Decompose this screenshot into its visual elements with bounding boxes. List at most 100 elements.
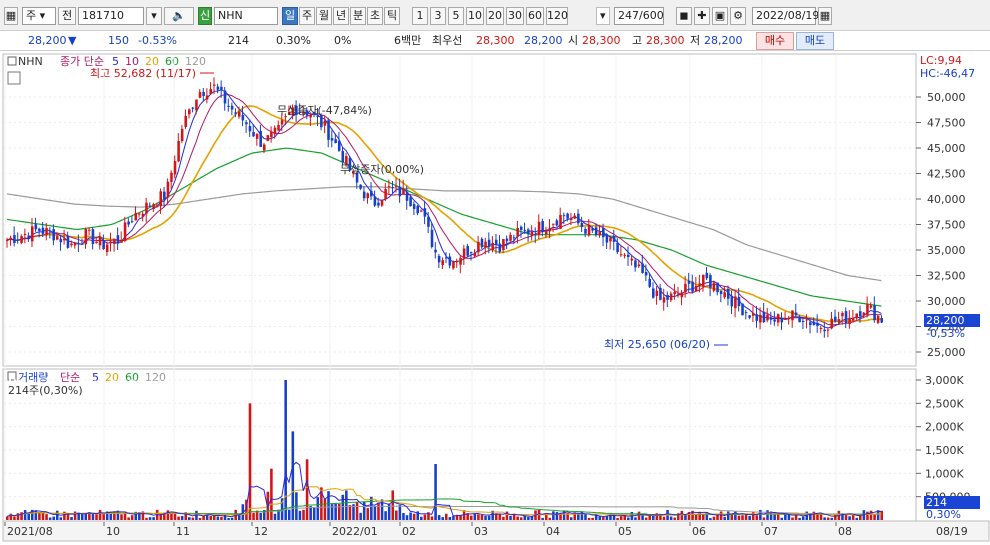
- date-field[interactable]: 2022/08/19: [752, 7, 819, 25]
- candle: [116, 235, 120, 244]
- stock-chart[interactable]: NHN 종가 단순 5 10 20 60 120 최고 52,682 (11/17) 5…: [0, 52, 990, 542]
- volume-bar: [434, 464, 437, 520]
- volume-bar: [541, 517, 544, 520]
- change-percent: -0.53%: [138, 34, 177, 47]
- period-tab-2[interactable]: 월: [316, 7, 332, 25]
- market-select[interactable]: 주 ▾: [22, 7, 56, 25]
- period-tab-4[interactable]: 분: [350, 7, 366, 25]
- speaker-icon[interactable]: 🔈: [164, 7, 194, 25]
- volume-bar: [598, 516, 602, 520]
- interval-dropdown-icon[interactable]: ▾: [596, 7, 610, 25]
- volume-bar: [880, 510, 883, 520]
- candle: [623, 254, 627, 256]
- volume-percent: 0.30%: [276, 34, 311, 47]
- candle: [373, 196, 377, 206]
- candle: [184, 115, 188, 128]
- volume-bar: [826, 517, 830, 520]
- interval-button-60[interactable]: 60: [526, 7, 544, 25]
- volume-bar: [445, 513, 448, 520]
- high-price: 28,300: [646, 34, 685, 47]
- candle: [819, 327, 823, 329]
- volume-bar: [452, 515, 455, 520]
- volume-bar: [252, 512, 255, 520]
- count-field[interactable]: 247/600: [614, 7, 664, 25]
- candle: [666, 294, 669, 300]
- crosshair-icon[interactable]: ✚: [694, 7, 710, 25]
- candle: [730, 295, 734, 307]
- candle: [362, 191, 366, 199]
- volume-bar: [751, 511, 755, 520]
- volume-value: 214: [228, 34, 249, 47]
- panel-menu-icon[interactable]: [7, 71, 21, 85]
- volume-bar: [73, 511, 77, 520]
- period-tab-5[interactable]: 초: [367, 7, 383, 25]
- candle: [776, 314, 780, 323]
- chart-area[interactable]: NHN 종가 단순 5 10 20 60 120 최고 52,682 (11/17) 5…: [0, 52, 990, 542]
- volume-bar: [345, 490, 348, 520]
- candle: [691, 281, 694, 292]
- price-tick-label: 30,000: [927, 295, 966, 308]
- interval-button-1[interactable]: 1: [412, 7, 428, 25]
- calendar-icon[interactable]: ▦: [818, 7, 832, 25]
- interval-button-30[interactable]: 30: [506, 7, 524, 25]
- candle: [794, 312, 798, 316]
- volume-bar: [302, 509, 305, 520]
- layout-icon[interactable]: ▦: [4, 7, 18, 25]
- compare-icon[interactable]: ◼: [676, 7, 692, 25]
- candle: [798, 316, 801, 323]
- candle: [673, 291, 676, 295]
- code-dropdown-icon[interactable]: ▾: [146, 7, 162, 25]
- candle: [719, 290, 723, 295]
- volume-bar: [602, 516, 605, 520]
- interval-button-20[interactable]: 20: [486, 7, 504, 25]
- volume-bar: [477, 514, 480, 520]
- candle: [612, 236, 616, 242]
- candle: [848, 317, 851, 325]
- candle: [876, 315, 880, 323]
- volume-bar: [741, 515, 744, 520]
- settings-icon[interactable]: ⚙: [730, 7, 746, 25]
- period-tab-0[interactable]: 일: [282, 7, 298, 25]
- period-tab-1[interactable]: 주: [299, 7, 315, 25]
- hc-label: HC:-46,47: [920, 67, 975, 80]
- candle: [459, 257, 462, 265]
- volume-bar: [227, 518, 230, 520]
- candle: [655, 290, 659, 297]
- candle: [602, 228, 605, 238]
- candle: [366, 193, 370, 199]
- low-price: 28,200: [704, 34, 743, 47]
- candle: [98, 236, 102, 246]
- volume-bar: [130, 515, 134, 520]
- volume-bar: [170, 513, 173, 520]
- vol-ma-legend-20: 20: [105, 371, 119, 384]
- volume-bar: [627, 517, 630, 520]
- candle: [405, 191, 409, 201]
- volume-bar: [209, 515, 213, 520]
- candle: [787, 317, 791, 320]
- save-icon[interactable]: ▣: [712, 7, 728, 25]
- code-input[interactable]: 181710: [78, 7, 144, 25]
- candle: [573, 215, 577, 219]
- candle: [38, 228, 41, 231]
- period-tab-3[interactable]: 년: [333, 7, 349, 25]
- volume-bar: [188, 517, 191, 520]
- interval-button-10[interactable]: 10: [466, 7, 484, 25]
- sell-button[interactable]: 매도: [796, 32, 834, 50]
- change-value: 150: [108, 34, 129, 47]
- candle: [16, 239, 20, 241]
- candle: [652, 288, 655, 298]
- interval-button-120[interactable]: 120: [546, 7, 568, 25]
- buy-button[interactable]: 매수: [756, 32, 794, 50]
- period-all-button[interactable]: 전: [58, 7, 76, 25]
- volume-bar: [719, 511, 723, 520]
- period-tab-6[interactable]: 틱: [384, 7, 400, 25]
- price-tick-label: 32,500: [927, 270, 966, 283]
- candle: [502, 239, 505, 250]
- candle: [198, 91, 202, 98]
- interval-button-5[interactable]: 5: [448, 7, 464, 25]
- volume-bar: [52, 516, 55, 520]
- volume-bar: [844, 514, 848, 520]
- candle: [859, 311, 862, 317]
- candle: [23, 233, 27, 235]
- interval-button-3[interactable]: 3: [430, 7, 446, 25]
